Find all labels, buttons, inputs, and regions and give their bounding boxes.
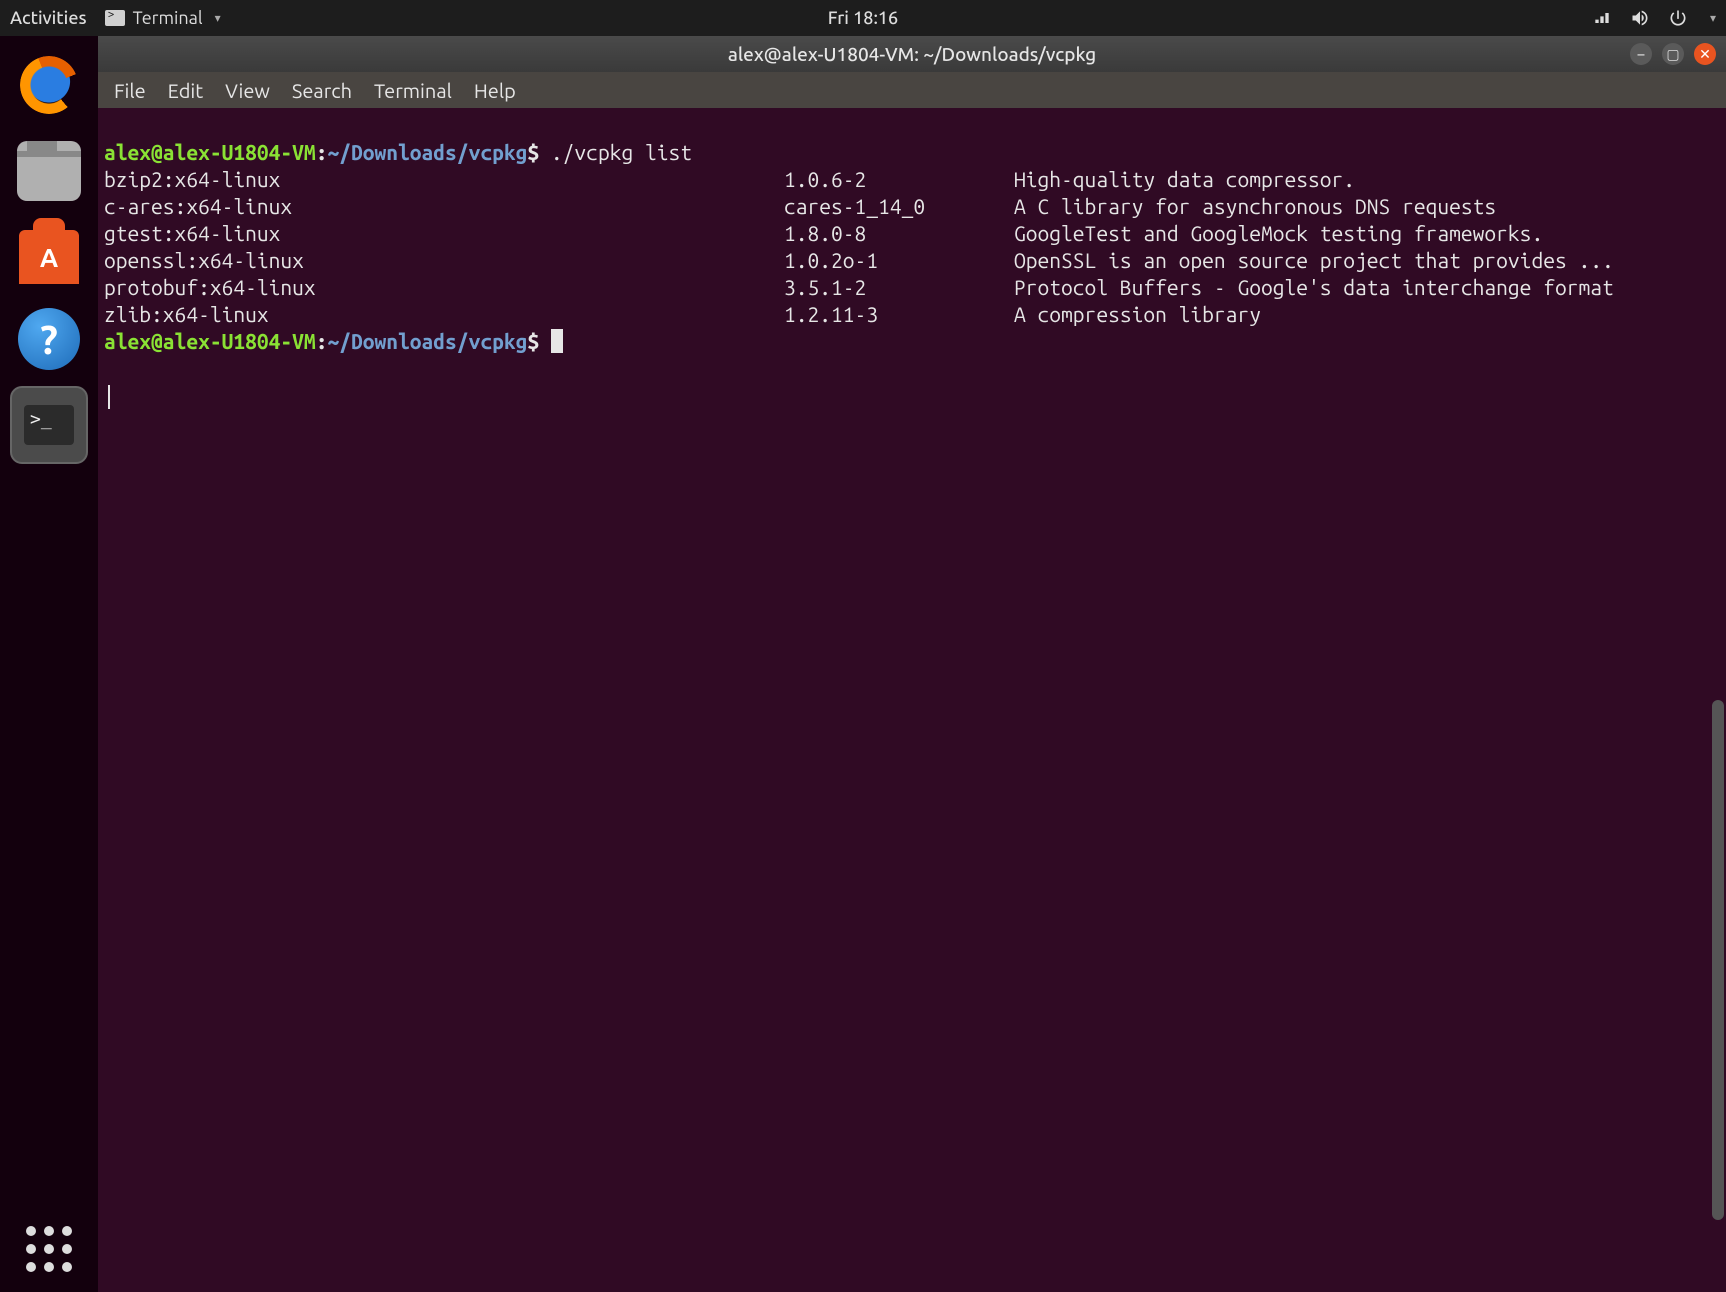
prompt-path: ~/Downloads/vcpkg (327, 140, 527, 164)
package-list: bzip2:x64-linux1.0.6-2High-quality data … (104, 166, 1720, 328)
package-description: GoogleTest and GoogleMock testing framew… (1014, 220, 1720, 247)
terminal-icon (105, 10, 125, 26)
chevron-down-icon: ▾ (215, 11, 221, 25)
entered-command: ./vcpkg list (551, 140, 692, 164)
window-controls: – ▢ ✕ (1630, 43, 1716, 65)
menu-file[interactable]: File (114, 79, 146, 102)
package-row: openssl:x64-linux1.0.2o-1OpenSSL is an o… (104, 247, 1720, 274)
files-icon (17, 141, 81, 201)
terminal-menubar: File Edit View Search Terminal Help (98, 72, 1726, 108)
text-cursor-icon (108, 385, 110, 409)
top-bar-left: Activities Terminal ▾ (10, 8, 221, 28)
package-row: c-ares:x64-linuxcares-1_14_0A C library … (104, 193, 1720, 220)
network-icon (1592, 8, 1612, 28)
package-row: gtest:x64-linux1.8.0-8GoogleTest and Goo… (104, 220, 1720, 247)
close-button[interactable]: ✕ (1694, 43, 1716, 65)
dock-software[interactable] (14, 222, 84, 292)
dock-files[interactable] (14, 136, 84, 206)
power-icon (1668, 8, 1688, 28)
terminal-output[interactable]: alex@alex-U1804-VM:~/Downloads/vcpkg$ ./… (98, 108, 1726, 1292)
package-name: gtest:x64-linux (104, 220, 784, 247)
menu-search[interactable]: Search (292, 79, 352, 102)
terminal-window: alex@alex-U1804-VM: ~/Downloads/vcpkg – … (98, 36, 1726, 1292)
package-row: zlib:x64-linux1.2.11-3A compression libr… (104, 301, 1720, 328)
maximize-button[interactable]: ▢ (1662, 43, 1684, 65)
window-titlebar[interactable]: alex@alex-U1804-VM: ~/Downloads/vcpkg – … (98, 36, 1726, 72)
package-version: cares-1_14_0 (784, 193, 1014, 220)
app-menu-label: Terminal (133, 8, 203, 28)
app-menu[interactable]: Terminal ▾ (105, 8, 221, 28)
menu-view[interactable]: View (225, 79, 270, 102)
scrollbar[interactable] (1712, 700, 1724, 1220)
cursor-icon (551, 329, 563, 353)
window-title: alex@alex-U1804-VM: ~/Downloads/vcpkg (728, 43, 1096, 65)
prompt-dollar: $ (527, 140, 539, 164)
show-apps-button[interactable] (26, 1226, 72, 1272)
prompt-colon: : (316, 140, 328, 164)
menu-help[interactable]: Help (474, 79, 516, 102)
terminal-icon (24, 405, 74, 445)
package-name: zlib:x64-linux (104, 301, 784, 328)
minimize-button[interactable]: – (1630, 43, 1652, 65)
dock-terminal[interactable] (10, 386, 88, 464)
prompt-user-host: alex@alex-U1804-VM (104, 140, 316, 164)
package-version: 1.8.0-8 (784, 220, 1014, 247)
package-version: 1.0.6-2 (784, 166, 1014, 193)
dock-help[interactable]: ? (18, 308, 80, 370)
menu-terminal[interactable]: Terminal (374, 79, 452, 102)
gnome-top-bar: Activities Terminal ▾ Fri 18:16 ▾ (0, 0, 1726, 36)
package-name: c-ares:x64-linux (104, 193, 784, 220)
package-description: Protocol Buffers - Google's data interch… (1014, 274, 1720, 301)
package-description: A compression library (1014, 301, 1720, 328)
package-name: bzip2:x64-linux (104, 166, 784, 193)
package-description: OpenSSL is an open source project that p… (1014, 247, 1720, 274)
prompt-path: ~/Downloads/vcpkg (327, 329, 527, 353)
package-version: 3.5.1-2 (784, 274, 1014, 301)
menu-edit[interactable]: Edit (168, 79, 203, 102)
dock-firefox[interactable] (14, 50, 84, 120)
chevron-down-icon: ▾ (1710, 11, 1716, 25)
clock[interactable]: Fri 18:16 (828, 8, 898, 28)
package-row: protobuf:x64-linux3.5.1-2Protocol Buffer… (104, 274, 1720, 301)
prompt-dollar: $ (527, 329, 539, 353)
activities-button[interactable]: Activities (10, 8, 87, 28)
package-version: 1.0.2o-1 (784, 247, 1014, 274)
package-name: openssl:x64-linux (104, 247, 784, 274)
prompt-colon: : (316, 329, 328, 353)
package-description: A C library for asynchronous DNS request… (1014, 193, 1720, 220)
package-row: bzip2:x64-linux1.0.6-2High-quality data … (104, 166, 1720, 193)
package-name: protobuf:x64-linux (104, 274, 784, 301)
status-area[interactable]: ▾ (1592, 8, 1716, 28)
volume-icon (1630, 8, 1650, 28)
package-version: 1.2.11-3 (784, 301, 1014, 328)
prompt-user-host: alex@alex-U1804-VM (104, 329, 316, 353)
dock: ? (0, 36, 98, 1292)
software-icon (19, 230, 79, 284)
package-description: High-quality data compressor. (1014, 166, 1720, 193)
